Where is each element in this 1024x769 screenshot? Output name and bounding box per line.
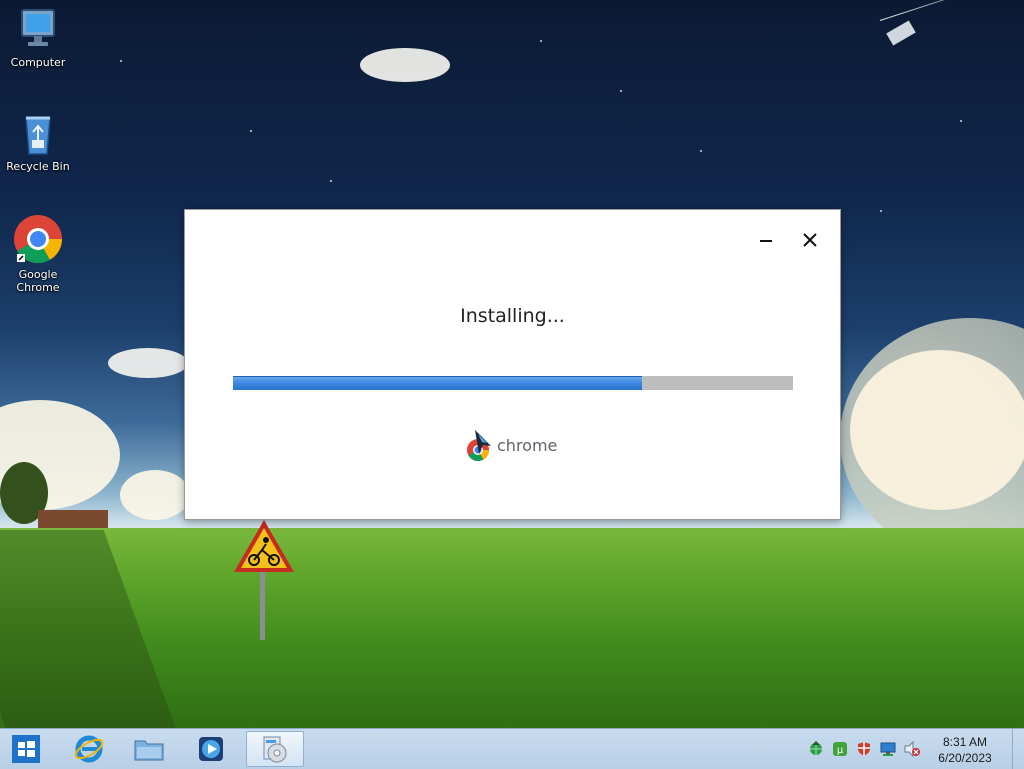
file-explorer-icon: [134, 740, 164, 761]
chrome-installer-dialog: Installing... chrome: [184, 209, 841, 520]
install-progress-bar: [233, 376, 793, 390]
barn: [38, 510, 108, 528]
clock-date: 6/20/2023: [938, 751, 992, 765]
chrome-brand-text: chrome: [497, 435, 558, 455]
start-button[interactable]: [4, 731, 48, 767]
clock-time: 8:31 AM: [942, 735, 988, 749]
security-shield-icon[interactable]: [856, 741, 872, 757]
taskbar-media-player[interactable]: [186, 731, 236, 767]
install-progress-fill: [233, 376, 642, 390]
recycle-bin-icon: [25, 116, 51, 155]
show-desktop-button[interactable]: [1012, 729, 1024, 769]
star: [700, 150, 702, 152]
star: [620, 90, 622, 92]
svg-text:μ: μ: [837, 745, 844, 756]
cloud: [850, 350, 1024, 510]
star: [960, 120, 962, 122]
cloud: [120, 470, 190, 520]
bicycle-warning-sign: [234, 520, 294, 572]
close-icon: [803, 233, 817, 247]
taskbar-internet-explorer[interactable]: [64, 731, 114, 767]
sign-pole: [260, 570, 265, 640]
close-button[interactable]: [796, 226, 824, 254]
satellite: [886, 20, 916, 46]
internet-explorer-icon: [74, 735, 104, 763]
cloud: [108, 348, 188, 378]
chrome-logo-icon: [467, 430, 491, 461]
minimize-icon: [760, 240, 772, 242]
start-icon: [12, 735, 40, 763]
installing-status: Installing...: [460, 305, 565, 327]
chrome-brand-logo: chrome: [465, 425, 557, 465]
cloud: [360, 48, 450, 82]
taskbar-file-explorer[interactable]: [124, 731, 174, 767]
desktop-icon-google-chrome[interactable]: Google Chrome: [0, 214, 76, 294]
minimize-button[interactable]: [752, 226, 780, 254]
desktop-icon-label: Google Chrome: [16, 268, 60, 294]
desktop-icon-label: Recycle Bin: [6, 160, 70, 173]
taskbar-clock[interactable]: 8:31 AM 6/20/2023: [930, 734, 1000, 766]
desktop-icon-computer[interactable]: Computer: [0, 8, 76, 69]
satellite-trail: [879, 0, 1023, 21]
taskbar-chrome-setup[interactable]: [246, 731, 304, 767]
display-network-icon[interactable]: [880, 741, 896, 757]
star: [120, 60, 122, 62]
star: [330, 180, 332, 182]
star: [540, 40, 542, 42]
network-globe-icon[interactable]: [808, 741, 824, 757]
star: [250, 130, 252, 132]
star: [880, 210, 882, 212]
taskbar: μ 8:31 AM 6/20/2023: [0, 728, 1024, 769]
chrome-icon: [14, 215, 63, 264]
desktop-icon-recycle-bin[interactable]: Recycle Bin: [0, 112, 76, 173]
volume-muted-icon[interactable]: [904, 741, 920, 757]
computer-icon: [21, 9, 55, 46]
media-player-icon: [199, 737, 223, 761]
setup-disc-icon: [263, 736, 287, 763]
desktop-icon-label: Computer: [10, 56, 66, 69]
torrent-icon[interactable]: μ: [832, 741, 848, 757]
